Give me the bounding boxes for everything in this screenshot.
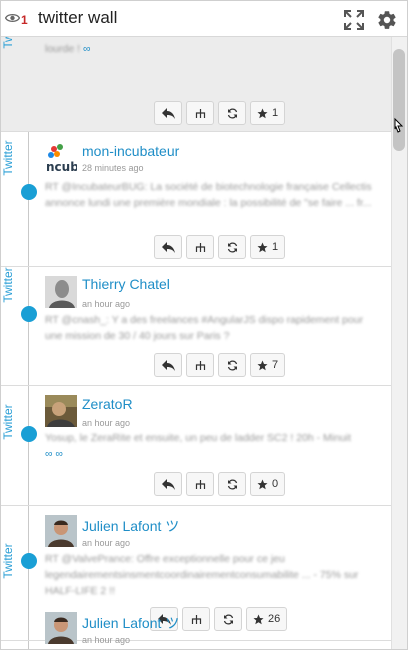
list-item: Twitter lourde ! ∞ 1 [1,37,391,132]
gear-icon [378,11,396,29]
viewer-count: 1 [21,13,28,27]
favorite-count: 1 [272,241,279,253]
favorite-button[interactable]: 1 [250,101,286,125]
list-item: Twitter ncub mon-incubateur 28 minutes a… [1,132,391,267]
reply-button[interactable] [154,235,182,259]
text-cursor-icon [394,117,404,133]
hierarchy-icon [195,479,205,489]
widget-title: twitter wall [38,8,118,27]
fullscreen-button[interactable] [343,9,365,31]
favorite-count: 1 [272,107,279,119]
timestamp: an hour ago [82,635,131,645]
star-icon [257,479,268,489]
refresh-icon [227,359,237,371]
favorite-count: 0 [272,478,279,490]
list-item: Twitter Thierry Chatel an hour ago RT @c… [1,267,391,386]
reply-button[interactable] [154,353,182,377]
avatar[interactable] [45,276,77,308]
list-item: Julien Lafont ツ an hour ago [1,603,391,649]
timestamp: an hour ago [82,299,131,309]
hierarchy-icon [195,242,205,252]
avatar[interactable]: ncub [45,143,77,175]
hierarchy-button[interactable] [186,472,214,496]
eye-icon [5,13,20,23]
refresh-icon [227,241,237,253]
tweet-text: RT @cnash_: Y a des freelances #AngularJ… [45,314,364,342]
reply-icon [161,359,175,371]
author-name[interactable]: Thierry Chatel [82,276,170,292]
widget-header: 1 twitter wall [1,1,407,37]
favorite-count: 7 [272,359,279,371]
tweet-link[interactable]: ∞ ∞ [45,448,63,460]
ncub-logo: ncub [45,143,77,175]
star-icon [257,108,268,118]
retweet-button[interactable] [218,235,246,259]
favorite-button[interactable]: 7 [250,353,286,377]
author-name[interactable]: mon-incubateur [82,143,179,159]
tweet-feed[interactable]: Twitter lourde ! ∞ 1 [1,37,391,649]
tweet-text: lourde ! ∞ [45,43,91,55]
source-label[interactable]: Twitter [1,267,25,302]
retweet-button[interactable] [218,353,246,377]
author-name[interactable]: Julien Lafont ツ [82,516,179,536]
hierarchy-icon [195,108,205,118]
tweet-actions: 1 [154,235,286,259]
tweet-text: RT @ValvePrance: Offre exceptionnelle po… [45,553,359,597]
tweet-link[interactable]: ∞ [83,43,91,55]
timestamp: an hour ago [82,538,131,548]
timestamp: 28 minutes ago [82,163,144,173]
source-label[interactable]: Twitter [1,37,25,49]
reply-icon [161,241,175,253]
person-photo [45,395,77,427]
timeline-dot [21,306,37,322]
hierarchy-button[interactable] [186,353,214,377]
viewer-counter: 1 [5,10,33,28]
hierarchy-button[interactable] [186,235,214,259]
tweet-text: Yosup, le ZeraRite et ensuite, un peu de… [45,432,352,460]
retweet-button[interactable] [218,101,246,125]
tweet-actions: 7 [154,353,286,377]
reply-button[interactable] [154,472,182,496]
source-label[interactable]: Twitter [1,140,25,175]
settings-button[interactable] [376,9,398,31]
avatar[interactable] [45,612,77,644]
tweet-actions: 0 [154,472,286,496]
star-icon [257,360,268,370]
person-photo [45,612,77,644]
reply-icon [161,478,175,490]
refresh-icon [227,478,237,490]
reply-icon [161,107,175,119]
list-item: Twitter ZeratoR an hour ago Yosup, le Ze… [1,386,391,506]
author-name[interactable]: ZeratoR [82,396,133,412]
avatar[interactable] [45,515,77,547]
hierarchy-button[interactable] [186,101,214,125]
author-name[interactable]: Julien Lafont ツ [82,613,179,633]
star-icon [257,242,268,252]
timestamp: an hour ago [82,418,131,428]
timeline-dot [21,553,37,569]
svg-text:ncub: ncub [46,160,77,174]
timeline-dot [21,184,37,200]
favorite-button[interactable]: 0 [250,472,286,496]
reply-button[interactable] [154,101,182,125]
timeline-dot [21,426,37,442]
tweet-actions: 1 [154,101,286,125]
person-photo [45,515,77,547]
hierarchy-icon [195,360,205,370]
refresh-icon [227,107,237,119]
twitter-wall-widget: 1 twitter wall Twitter lourde ! ∞ [0,0,408,650]
retweet-button[interactable] [218,472,246,496]
tweet-text: RT @IncubateurBUG: La société de biotech… [45,181,372,209]
avatar[interactable] [45,395,77,427]
person-photo [45,276,77,308]
favorite-button[interactable]: 1 [250,235,286,259]
fullscreen-icon [344,10,364,30]
